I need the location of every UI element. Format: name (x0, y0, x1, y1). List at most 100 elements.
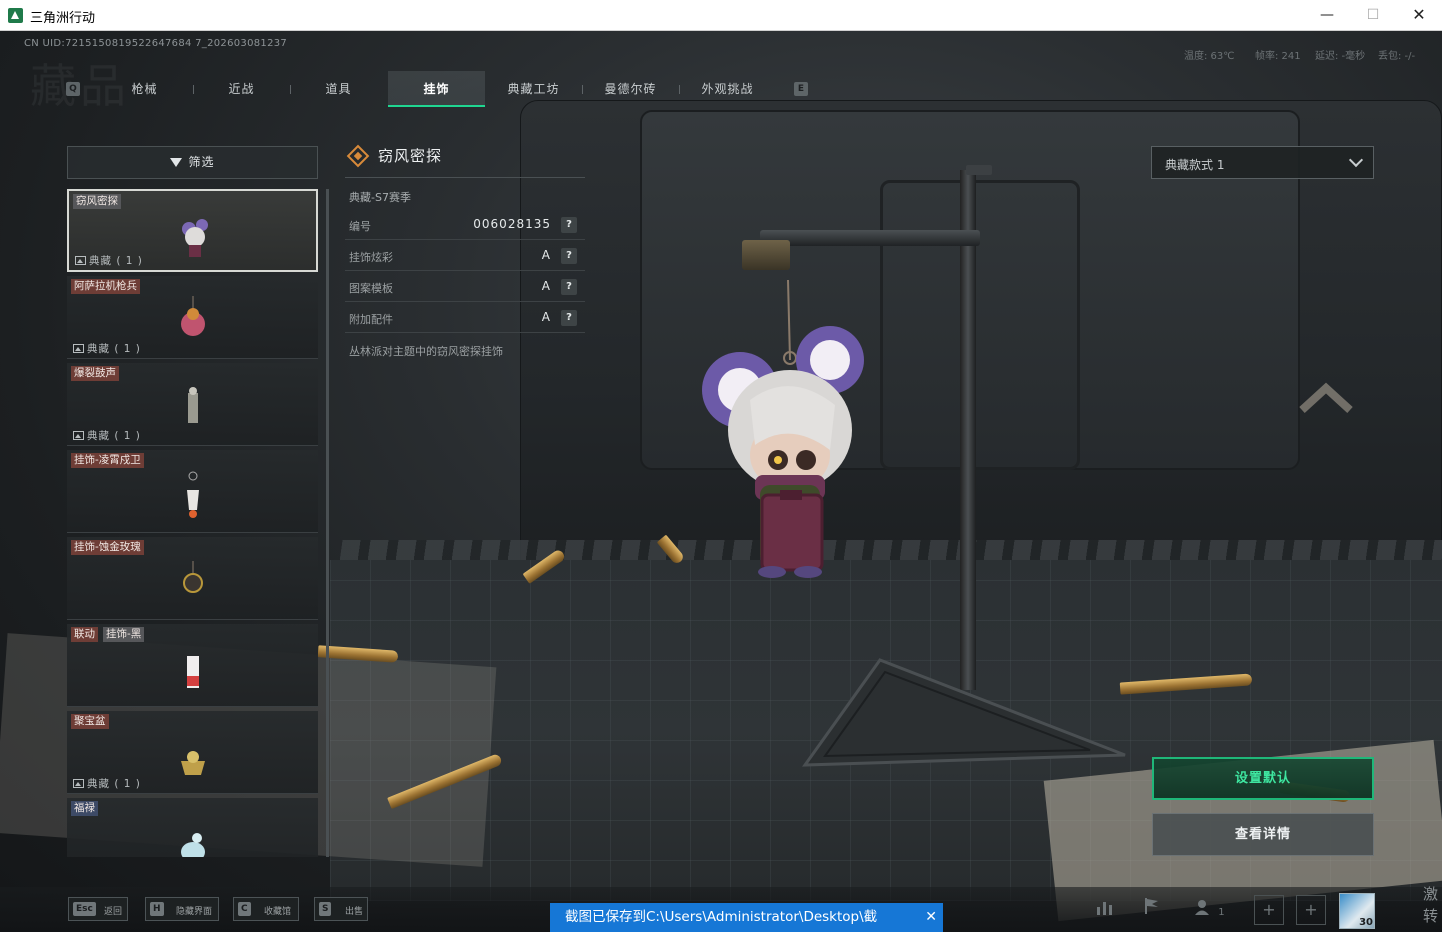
display-stand-pole (960, 170, 976, 690)
help-icon[interactable]: ? (561, 310, 577, 326)
divider (345, 177, 585, 178)
item-season: 典藏-S7赛季 (349, 191, 411, 204)
charm-thumbnail (181, 833, 205, 857)
tab-melee[interactable]: 近战 (193, 71, 290, 107)
fps-readout: 帧率: 241 (1255, 51, 1301, 62)
toast-text: 截图已保存到C:\Users\Administrator\Desktop\截 (565, 909, 878, 925)
charm-thumbnail (188, 387, 198, 423)
game-window: 三角洲行动 — ☐ ✕ 藏品 CN UID:721515081952264768… (0, 0, 1442, 932)
app-logo-icon (8, 8, 23, 23)
hint-label: 返回 (104, 907, 123, 917)
collection-hall-hint-button[interactable]: C 收藏馆 (233, 897, 299, 921)
list-item[interactable]: 窃风密探 典藏 ( 1 ) (67, 189, 318, 272)
list-item-count: 典藏 ( 1 ) (87, 430, 141, 442)
tab-charms[interactable]: 挂饰 (388, 71, 485, 107)
tab-appearance-challenge[interactable]: 外观挑战 (679, 71, 776, 107)
minimize-button[interactable]: — (1304, 0, 1350, 31)
collection-icon (73, 344, 84, 353)
help-icon[interactable]: ? (561, 248, 577, 264)
key-badge: Esc (73, 902, 96, 916)
list-item-count: 典藏 ( 1 ) (89, 255, 143, 267)
display-stand-clip (742, 240, 790, 270)
key-badge: S (319, 902, 332, 916)
packet-loss-readout: 丢包: -/- (1378, 51, 1416, 62)
list-item[interactable]: 挂饰-蚀金玫瑰 (67, 537, 318, 620)
list-item-name-secondary: 挂饰-黑 (103, 627, 145, 642)
attribute-value: A (541, 310, 551, 324)
tab-mandel-bricks[interactable]: 曼德尔砖 (582, 71, 679, 107)
party-members-button[interactable]: 1 (1192, 895, 1228, 925)
attribute-value: 006028135 (473, 217, 551, 231)
charm-thumbnail (182, 219, 208, 257)
hint-label: 隐藏界面 (176, 907, 213, 917)
charm-thumbnail (183, 561, 203, 593)
list-item[interactable]: 爆裂鼓声 典藏 ( 1 ) (67, 363, 318, 446)
chevron-down-icon (1348, 152, 1364, 168)
edge-text: 激 (1423, 885, 1439, 903)
style-select[interactable]: 典藏款式 1 (1151, 146, 1374, 179)
player-uid: CN UID:7215150819522647684 7_20260308123… (24, 38, 288, 49)
list-item-name: 联动 (71, 627, 98, 642)
attribute-row-attachment: 附加配件 A ? (345, 303, 585, 333)
charm-thumbnail (187, 471, 199, 518)
filter-button[interactable]: 筛选 (67, 146, 318, 179)
prev-tab-key-hint[interactable]: Q (66, 82, 80, 96)
list-item-name: 窃风密探 (73, 194, 121, 209)
charm-character-model[interactable] (700, 280, 880, 580)
attribute-label: 编号 (349, 220, 371, 233)
key-badge: C (238, 902, 251, 916)
list-item-name: 聚宝盆 (71, 714, 109, 729)
charm-list[interactable]: 窃风密探 典藏 ( 1 ) 阿萨拉机枪兵 典藏 ( 1 ) 爆裂鼓声 典藏 ( … (67, 189, 318, 857)
attribute-label: 附加配件 (349, 313, 393, 326)
set-default-button[interactable]: 设置默认 (1152, 757, 1374, 800)
hide-ui-hint-button[interactable]: H 隐藏界面 (145, 897, 219, 921)
list-item[interactable]: 聚宝盆 典藏 ( 1 ) (67, 711, 318, 794)
tab-guns[interactable]: 枪械 (96, 71, 193, 107)
back-hint-button[interactable]: Esc 返回 (68, 897, 128, 921)
list-item[interactable]: 福禄 (67, 798, 318, 857)
tab-items[interactable]: 道具 (290, 71, 387, 107)
flag-icon[interactable] (1137, 895, 1167, 925)
attribute-value: A (541, 248, 551, 262)
list-item-name: 挂饰-凌霄戍卫 (71, 453, 144, 468)
title-bar: 三角洲行动 — ☐ ✕ (0, 0, 1442, 31)
stats-icon[interactable] (1090, 895, 1120, 925)
charm-thumbnail (187, 656, 199, 688)
add-party-slot-button[interactable]: + (1296, 895, 1326, 925)
plus-icon: + (1304, 900, 1318, 919)
latency-readout: 延迟: -毫秒 (1315, 51, 1366, 62)
display-stand-arm (760, 230, 980, 246)
collection-icon (75, 256, 86, 265)
hint-label: 收藏馆 (264, 907, 292, 917)
view-details-button[interactable]: 查看详情 (1152, 813, 1374, 856)
add-party-slot-button[interactable]: + (1254, 895, 1284, 925)
player-level: 30 (1359, 917, 1373, 928)
toast-close-icon[interactable]: ✕ (925, 903, 937, 932)
user-icon (1195, 900, 1210, 915)
list-item[interactable]: 联动 挂饰-黑 (67, 624, 318, 707)
list-item[interactable]: 阿萨拉机枪兵 典藏 ( 1 ) (67, 276, 318, 359)
help-icon[interactable]: ? (561, 279, 577, 295)
background-crate-rib (880, 180, 1080, 470)
list-scrollbar[interactable] (326, 189, 329, 857)
next-tab-key-hint[interactable]: E (794, 82, 808, 96)
attribute-row-serial: 编号 006028135 ? (345, 210, 585, 240)
hint-label: 出售 (345, 907, 364, 917)
list-item-name: 爆裂鼓声 (71, 366, 119, 381)
style-select-value: 典藏款式 1 (1165, 158, 1225, 172)
list-item-name: 挂饰-蚀金玫瑰 (71, 540, 144, 555)
chevron-up-icon (1299, 382, 1353, 413)
list-item-name: 阿萨拉机枪兵 (71, 279, 140, 294)
list-item[interactable]: 挂饰-凌霄戍卫 (67, 450, 318, 533)
maximize-button[interactable]: ☐ (1350, 0, 1396, 31)
close-window-button[interactable]: ✕ (1396, 0, 1442, 31)
help-icon[interactable]: ? (561, 217, 577, 233)
sell-hint-button[interactable]: S 出售 (314, 897, 368, 921)
list-item-name: 福禄 (71, 801, 98, 816)
party-count: 1 (1218, 907, 1225, 918)
tab-collection-workshop[interactable]: 典藏工坊 (485, 71, 582, 107)
plus-icon: + (1262, 900, 1276, 919)
collection-icon (73, 779, 84, 788)
player-avatar[interactable]: 30 (1339, 893, 1375, 929)
temperature-readout: 温度: 63℃ (1184, 51, 1235, 62)
